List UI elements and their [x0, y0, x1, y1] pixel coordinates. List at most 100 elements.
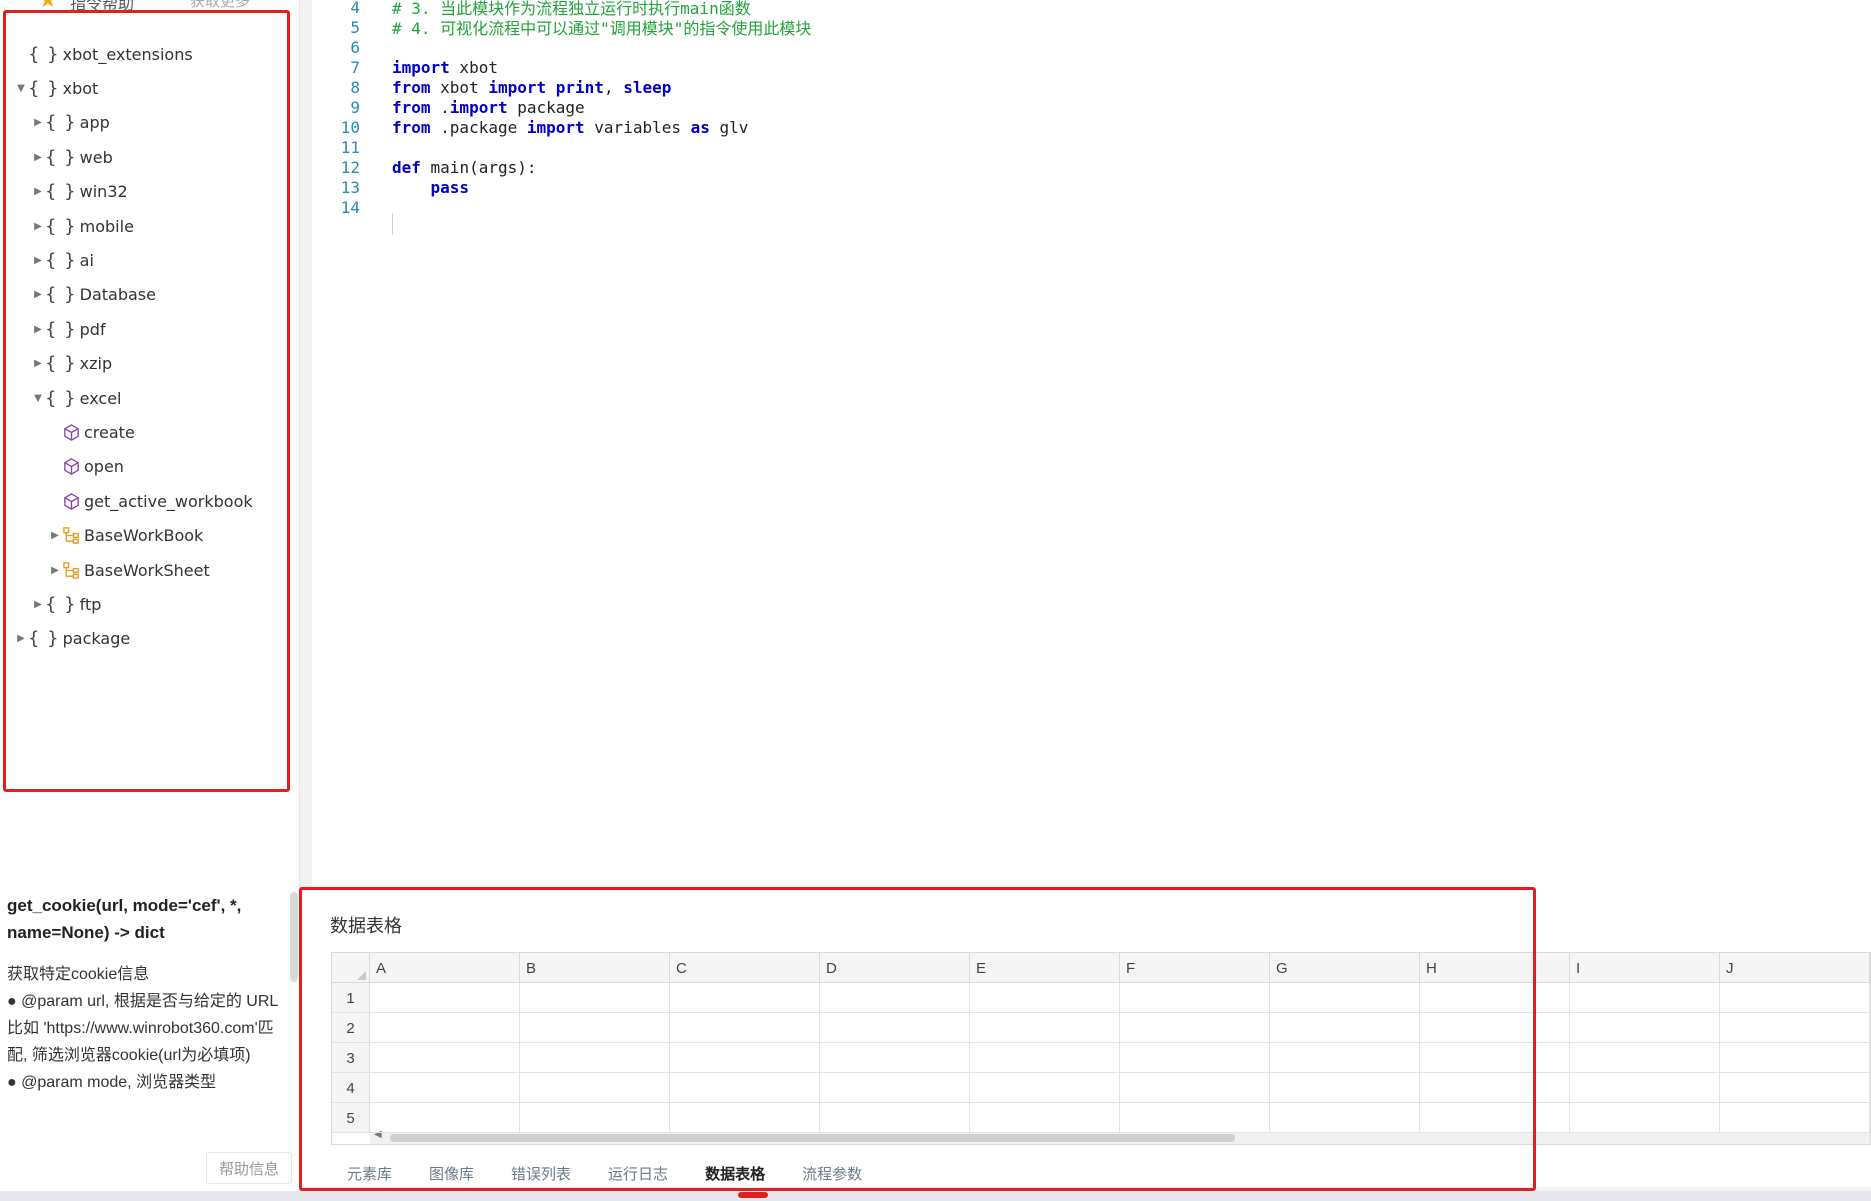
- grid-cell[interactable]: [1720, 983, 1870, 1013]
- code-token: xbot: [430, 77, 489, 97]
- column-header[interactable]: I: [1570, 953, 1720, 983]
- tree-item[interactable]: ▶{ } package: [14, 624, 130, 654]
- grid-cell[interactable]: [1570, 1073, 1720, 1103]
- code-line[interactable]: 14: [312, 195, 360, 219]
- grid-cell[interactable]: [1720, 1073, 1870, 1103]
- tree-item-label: excel: [79, 388, 122, 408]
- grid-cell[interactable]: [1720, 1013, 1870, 1043]
- line-number: 14: [340, 197, 360, 217]
- help-info-button[interactable]: 帮助信息: [206, 1152, 292, 1184]
- caret-right-icon[interactable]: ▶: [31, 221, 45, 232]
- grid-cell[interactable]: [1570, 1103, 1720, 1133]
- tree-item[interactable]: ▶get_active_workbook: [48, 486, 253, 516]
- doc-body: 获取特定cookie信息 ● @param url, 根据是否与给定的 URL 比…: [7, 961, 288, 1096]
- line-number: 5: [350, 17, 360, 37]
- grid-cell[interactable]: [1720, 1103, 1870, 1133]
- keyword-token: import: [488, 77, 547, 97]
- comment-token: # 4. 可视化流程中可以通过"调用模块"的指令使用此模块: [392, 19, 812, 38]
- braces-icon: { }: [28, 43, 60, 65]
- braces-icon: { }: [45, 318, 77, 340]
- caret-right-icon[interactable]: ▶: [31, 117, 45, 128]
- line-number: 7: [350, 57, 360, 77]
- caret-right-icon[interactable]: ▶: [31, 324, 45, 335]
- tree-item[interactable]: ▶{ } ai: [31, 245, 94, 275]
- tree-item-label: ftp: [79, 594, 102, 614]
- tree-item-label: xbot: [62, 78, 99, 98]
- code-token: ,: [603, 77, 624, 97]
- tree-item-label: app: [79, 113, 110, 133]
- tree-item[interactable]: ▶ BaseWorkSheet: [48, 555, 210, 585]
- caret-right-icon[interactable]: ▶: [31, 599, 45, 610]
- caret-right-icon[interactable]: ▶: [48, 530, 62, 541]
- status-indicator: [738, 1192, 768, 1198]
- code-token: .package: [430, 117, 527, 137]
- code-editor[interactable]: 4 # 3. 当此模块作为流程独立运行时执行main函数 5 # 4. 可视化流程中可…: [312, 0, 1871, 887]
- instruction-help-label[interactable]: 指令帮助: [70, 0, 134, 10]
- caret-right-icon[interactable]: ▶: [48, 565, 62, 576]
- tree-item[interactable]: ▶{ } web: [31, 142, 113, 172]
- code-token: glv: [709, 117, 749, 137]
- code-token: main(args):: [420, 157, 537, 177]
- braces-icon: { }: [45, 284, 77, 306]
- keyword-token: from: [392, 97, 431, 117]
- tree-item[interactable]: ▶{ } xzip: [31, 349, 112, 379]
- code-text: from .import package: [392, 98, 585, 117]
- code-token: xbot: [449, 57, 498, 77]
- keyword-token: import: [449, 97, 508, 117]
- braces-icon: { }: [45, 387, 77, 409]
- tree-item[interactable]: ▼{ } excel: [31, 383, 121, 413]
- keyword-token: from: [392, 117, 431, 137]
- line-number: 6: [350, 37, 360, 57]
- tree-item-label: open: [84, 457, 124, 477]
- tree-item[interactable]: ▶{ } win32: [31, 177, 128, 207]
- braces-icon: { }: [45, 146, 77, 168]
- caret-right-icon[interactable]: ▶: [31, 152, 45, 163]
- tree-item[interactable]: ▶{ } mobile: [31, 211, 134, 241]
- indent-guide: [392, 213, 393, 235]
- tree-item[interactable]: ▶{ }xbot_extensions: [14, 39, 193, 69]
- braces-icon: { }: [28, 628, 60, 650]
- caret-right-icon[interactable]: ▶: [31, 186, 45, 197]
- tree-item[interactable]: ▶{ } ftp: [31, 589, 101, 619]
- braces-icon: { }: [28, 77, 60, 99]
- caret-right-icon[interactable]: ▶: [31, 289, 45, 300]
- caret-right-icon[interactable]: ▶: [31, 255, 45, 266]
- caret-right-icon[interactable]: ▶: [14, 633, 28, 644]
- tree-item[interactable]: ▶{ } Database: [31, 280, 156, 310]
- tree-item[interactable]: ▶create: [48, 417, 135, 447]
- class-icon: [63, 527, 79, 544]
- doc-line: ● @param mode, 浏览器类型: [7, 1074, 217, 1091]
- line-number: 9: [350, 97, 360, 117]
- line-number: 8: [350, 77, 360, 97]
- doc-panel: get_cookie(url, mode='cef', *, name=None…: [0, 892, 295, 1142]
- code-text: def main(args):: [392, 158, 537, 177]
- code-token: package: [507, 97, 585, 117]
- tree-item[interactable]: ▶ BaseWorkBook: [48, 521, 203, 551]
- tree-item[interactable]: ▼{ } xbot: [14, 73, 98, 103]
- line-number: 11: [340, 137, 360, 157]
- keyword-token: as: [690, 117, 710, 137]
- caret-down-icon[interactable]: ▼: [14, 83, 28, 94]
- tree-highlight-box: ▶{ }xbot_extensions▼{ }xbot▶{ }app▶{ }we…: [3, 10, 290, 792]
- tree-item[interactable]: ▶{ } app: [31, 108, 110, 138]
- grid-cell[interactable]: [1570, 1043, 1720, 1073]
- tree-item[interactable]: ▶open: [48, 452, 124, 482]
- line-number: 13: [340, 177, 360, 197]
- keyword-token: pass: [430, 177, 470, 197]
- caret-right-icon[interactable]: ▶: [31, 358, 45, 369]
- keyword-token: import: [526, 117, 585, 137]
- caret-down-icon[interactable]: ▼: [31, 393, 45, 404]
- code-text: from .package import variables as glv: [392, 118, 748, 137]
- code-token: variables: [584, 117, 691, 137]
- code-text: from xbot import print, sleep: [392, 78, 671, 97]
- grid-cell[interactable]: [1720, 1043, 1870, 1073]
- grid-cell[interactable]: [1570, 983, 1720, 1013]
- grid-cell[interactable]: [1570, 1013, 1720, 1043]
- class-icon: [63, 561, 79, 579]
- get-more-link[interactable]: 获取更多: [190, 0, 250, 10]
- doc-scrollbar[interactable]: [290, 892, 298, 982]
- keyword-token: from: [392, 77, 431, 97]
- column-header[interactable]: J: [1720, 953, 1870, 983]
- tree-item[interactable]: ▶{ } pdf: [31, 314, 105, 344]
